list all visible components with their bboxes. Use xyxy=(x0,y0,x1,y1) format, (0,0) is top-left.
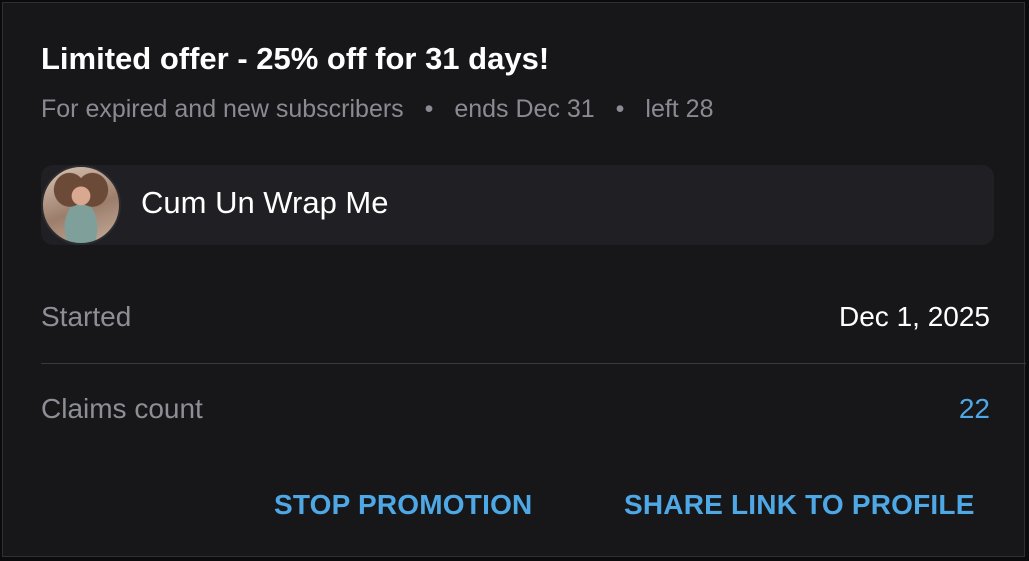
divider xyxy=(41,363,1026,364)
avatar xyxy=(41,165,121,245)
separator-dot: • xyxy=(615,95,625,123)
offer-audience: For expired and new subscribers xyxy=(41,95,404,123)
started-value: Dec 1, 2025 xyxy=(839,301,990,332)
claims-count-label: Claims count xyxy=(41,393,203,424)
offer-left: left 28 xyxy=(645,95,714,123)
promotion-card: Limited offer - 25% off for 31 days! For… xyxy=(2,2,1026,557)
profile-chip[interactable]: Cum Un Wrap Me xyxy=(41,165,994,245)
share-link-to-profile-button[interactable]: SHARE LINK TO PROFILE xyxy=(624,489,975,521)
offer-meta: For expired and new subscribers • ends D… xyxy=(41,95,714,124)
stop-promotion-button[interactable]: STOP PROMOTION xyxy=(274,489,532,521)
claims-count-value[interactable]: 22 xyxy=(959,393,990,425)
started-label: Started xyxy=(41,301,132,332)
profile-name: Cum Un Wrap Me xyxy=(141,185,389,220)
offer-ends: ends Dec 31 xyxy=(454,95,595,123)
separator-dot: • xyxy=(424,95,434,123)
offer-title: Limited offer - 25% off for 31 days! xyxy=(41,41,550,76)
